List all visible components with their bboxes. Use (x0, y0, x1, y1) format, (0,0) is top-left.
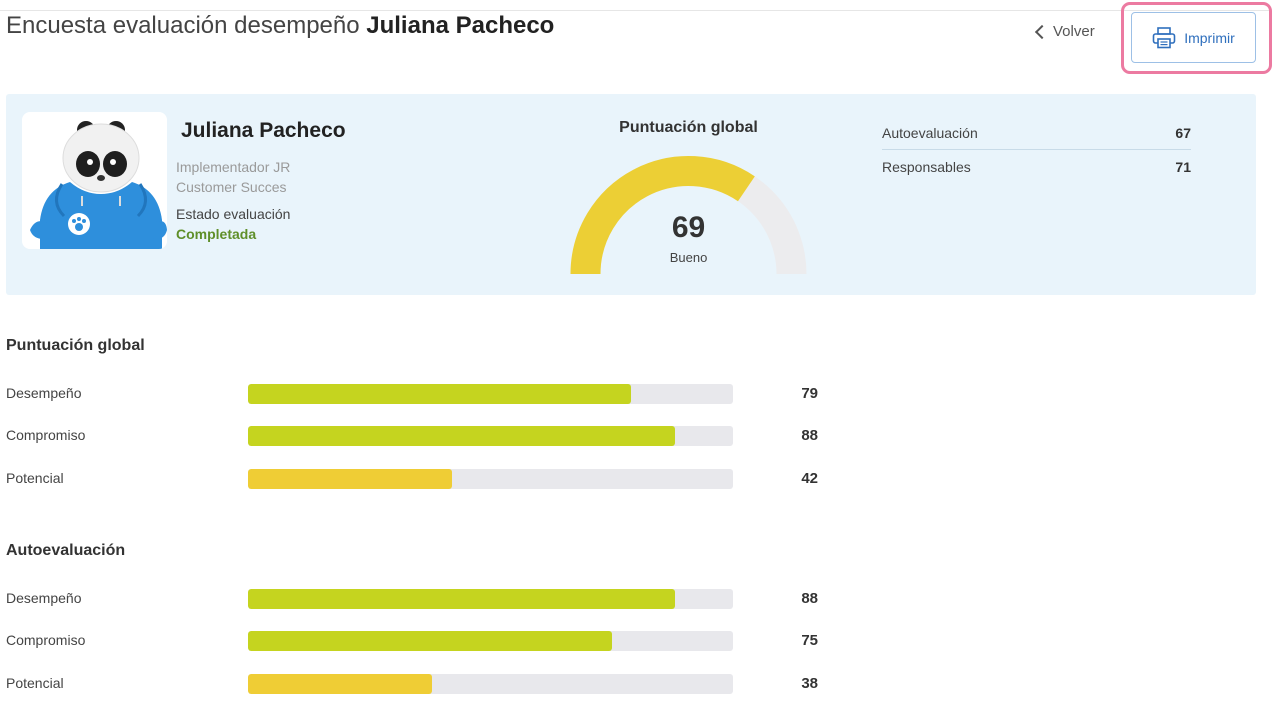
score-value: 75 (801, 632, 818, 649)
summary-label: Autoevaluación (882, 124, 978, 141)
score-bar-track (248, 631, 733, 651)
score-label: Potencial (6, 675, 64, 691)
score-value: 88 (801, 427, 818, 444)
panda-avatar (22, 112, 167, 249)
score-value: 79 (801, 385, 818, 402)
score-bar-fill (248, 589, 675, 609)
back-label: Volver (1053, 23, 1095, 40)
estado-label: Estado evaluación (176, 206, 291, 222)
role-line-1: Implementador JR (176, 159, 291, 175)
chevron-left-icon (1034, 24, 1050, 40)
page-title-prefix: Encuesta evaluación desempeño (6, 12, 360, 39)
summary-row: Autoevaluación 67 (882, 116, 1191, 150)
score-label: Desempeño (6, 590, 82, 606)
gauge-title: Puntuación global (619, 119, 758, 136)
summary-value: 71 (1175, 159, 1191, 175)
score-value: 42 (801, 470, 818, 487)
score-value: 88 (801, 590, 818, 607)
score-bar-track (248, 384, 733, 404)
score-bar-track (248, 469, 733, 489)
role-line-2: Customer Succes (176, 179, 287, 195)
score-label: Potencial (6, 470, 64, 486)
top-divider (0, 10, 1272, 11)
summary-label: Responsables (882, 159, 971, 175)
print-label: Imprimir (1184, 29, 1235, 46)
score-bar-fill (248, 674, 433, 694)
score-summary: Autoevaluación 67 Responsables 71 (882, 116, 1191, 184)
person-role: Implementador JR Customer Succes (176, 157, 290, 197)
score-row: Compromiso 75 (6, 630, 826, 652)
page-title: Encuesta evaluación desempeño Juliana Pa… (6, 12, 554, 40)
page-title-name: Juliana Pacheco (366, 12, 555, 39)
score-row: Desempeño 79 (6, 383, 826, 405)
score-row: Compromiso 88 (6, 425, 826, 447)
summary-value: 67 (1175, 124, 1191, 141)
score-bar-fill (248, 469, 452, 489)
score-row: Desempeño 88 (6, 588, 826, 610)
score-bar-fill (248, 631, 612, 651)
score-bar-fill (248, 384, 632, 404)
score-value: 38 (801, 675, 818, 692)
section-title-puntuacion-global: Puntuación global (6, 337, 145, 354)
score-label: Compromiso (6, 427, 86, 443)
score-row: Potencial 38 (6, 673, 826, 695)
score-bar-fill (248, 426, 675, 446)
score-label: Compromiso (6, 632, 86, 648)
score-bar-track (248, 426, 733, 446)
profile-card: Juliana Pacheco Implementador JR Custome… (6, 94, 1256, 295)
section-title-autoevaluacion: Autoevaluación (6, 542, 126, 559)
score-row: Potencial 42 (6, 468, 826, 490)
summary-row: Responsables 71 (882, 150, 1191, 184)
back-button[interactable]: Volver (1034, 23, 1095, 40)
gauge-label: Bueno (669, 250, 708, 265)
score-label: Desempeño (6, 385, 82, 401)
score-bar-track (248, 589, 733, 609)
estado-value: Completada (176, 226, 257, 242)
gauge-value: 69 (671, 211, 706, 244)
person-name: Juliana Pacheco (181, 119, 346, 142)
printer-icon (1152, 26, 1176, 48)
score-bar-track (248, 674, 733, 694)
print-button[interactable]: Imprimir (1131, 12, 1256, 63)
